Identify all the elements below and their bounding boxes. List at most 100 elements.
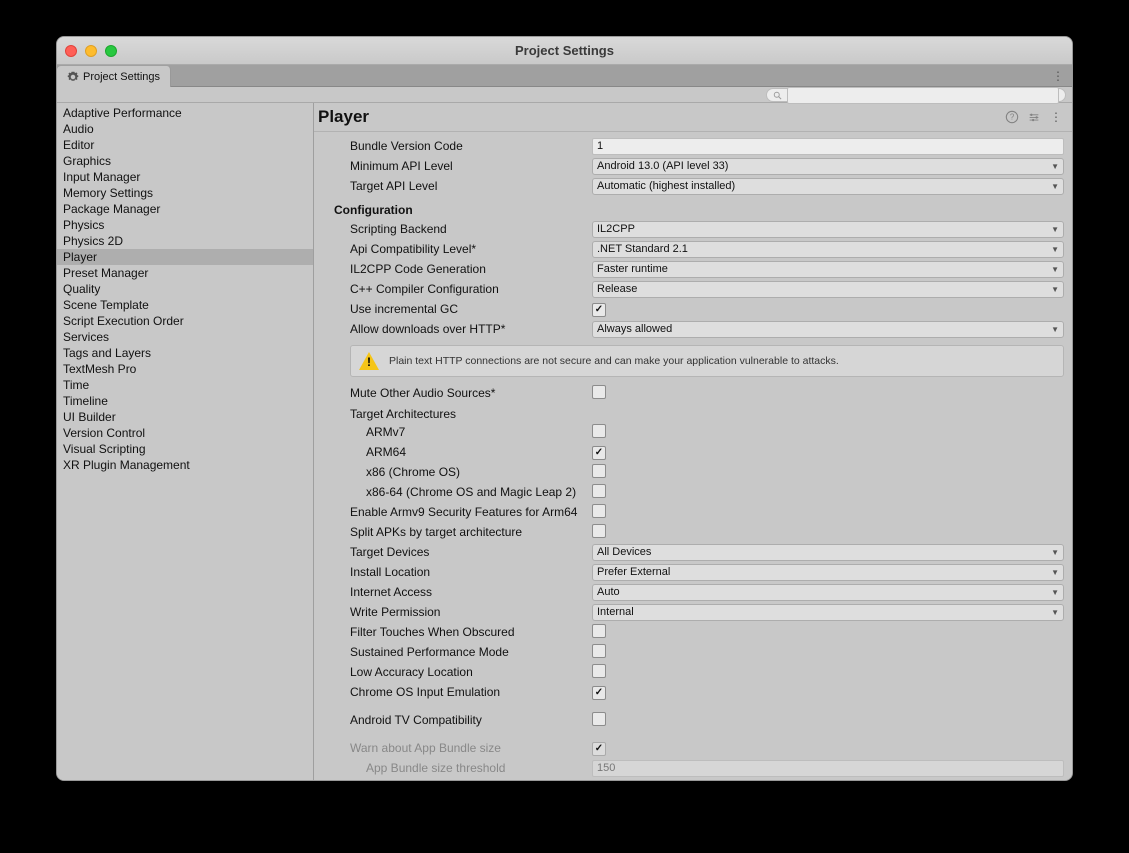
- sidebar-item-xr-plugin-management[interactable]: XR Plugin Management: [57, 457, 313, 473]
- sidebar-item-services[interactable]: Services: [57, 329, 313, 345]
- sidebar-item-adaptive-performance[interactable]: Adaptive Performance: [57, 105, 313, 121]
- checkbox-sustained-perf[interactable]: [592, 644, 606, 658]
- label-target-devices: Target Devices: [334, 545, 592, 559]
- sidebar-item-textmesh-pro[interactable]: TextMesh Pro: [57, 361, 313, 377]
- sidebar-item-quality[interactable]: Quality: [57, 281, 313, 297]
- sidebar-item-physics[interactable]: Physics: [57, 217, 313, 233]
- checkbox-filter-touches[interactable]: [592, 624, 606, 638]
- gear-icon: [67, 71, 79, 83]
- sidebar-item-player[interactable]: Player: [57, 249, 313, 265]
- dropdown-api-compat[interactable]: .NET Standard 2.1: [592, 241, 1064, 258]
- help-icon[interactable]: ?: [1004, 109, 1020, 125]
- sidebar-item-version-control[interactable]: Version Control: [57, 425, 313, 441]
- body: Adaptive Performance Audio Editor Graphi…: [57, 103, 1072, 780]
- checkbox-warn-bundle-size: [592, 742, 606, 756]
- dropdown-allow-http[interactable]: Always allowed: [592, 321, 1064, 338]
- sidebar-item-input-manager[interactable]: Input Manager: [57, 169, 313, 185]
- label-low-accuracy-loc: Low Accuracy Location: [334, 665, 592, 679]
- label-filter-touches: Filter Touches When Obscured: [334, 625, 592, 639]
- row-install-location: Install Location Prefer External: [334, 562, 1064, 582]
- label-incremental-gc: Use incremental GC: [334, 302, 592, 316]
- row-target-api-level: Target API Level Automatic (highest inst…: [334, 176, 1064, 196]
- sidebar-item-audio[interactable]: Audio: [57, 121, 313, 137]
- sidebar-item-visual-scripting[interactable]: Visual Scripting: [57, 441, 313, 457]
- minimize-window-button[interactable]: [85, 45, 97, 57]
- dropdown-target-devices[interactable]: All Devices: [592, 544, 1064, 561]
- main-panel: Player ? ⋮ Bundle Version Code: [314, 103, 1072, 780]
- sidebar-item-scene-template[interactable]: Scene Template: [57, 297, 313, 313]
- dropdown-min-api-level[interactable]: Android 13.0 (API level 33): [592, 158, 1064, 175]
- label-bundle-version-code: Bundle Version Code: [334, 139, 592, 153]
- label-install-location: Install Location: [334, 565, 592, 579]
- checkbox-incremental-gc[interactable]: [592, 303, 606, 317]
- checkbox-android-tv[interactable]: [592, 712, 606, 726]
- dropdown-cpp-compiler[interactable]: Release: [592, 281, 1064, 298]
- dropdown-target-api-level[interactable]: Automatic (highest installed): [592, 178, 1064, 195]
- dropdown-internet-access[interactable]: Auto: [592, 584, 1064, 601]
- sidebar-item-physics-2d[interactable]: Physics 2D: [57, 233, 313, 249]
- label-scripting-backend: Scripting Backend: [334, 222, 592, 236]
- sidebar-item-time[interactable]: Time: [57, 377, 313, 393]
- search-icon: [773, 90, 783, 100]
- tab-project-settings[interactable]: Project Settings: [57, 66, 171, 88]
- label-api-compat: Api Compatibility Level*: [334, 242, 592, 256]
- row-min-api-level: Minimum API Level Android 13.0 (API leve…: [334, 156, 1064, 176]
- checkbox-chrome-os-input[interactable]: [592, 686, 606, 700]
- sidebar-item-ui-builder[interactable]: UI Builder: [57, 409, 313, 425]
- warning-icon: [359, 352, 379, 370]
- checkbox-arch-armv7[interactable]: [592, 424, 606, 438]
- input-bundle-size-threshold: [592, 760, 1064, 777]
- row-target-devices: Target Devices All Devices: [334, 542, 1064, 562]
- project-settings-window: Project Settings Project Settings ⋮ Adap…: [56, 36, 1073, 781]
- dropdown-write-permission[interactable]: Internal: [592, 604, 1064, 621]
- sidebar-item-memory-settings[interactable]: Memory Settings: [57, 185, 313, 201]
- label-bundle-size-threshold: App Bundle size threshold: [334, 761, 592, 775]
- checkbox-arch-x86[interactable]: [592, 464, 606, 478]
- checkbox-low-accuracy-loc[interactable]: [592, 664, 606, 678]
- checkbox-mute-other-audio[interactable]: [592, 385, 606, 399]
- svg-text:?: ?: [1010, 113, 1015, 122]
- checkbox-arch-x86-64[interactable]: [592, 484, 606, 498]
- row-mute-other-audio: Mute Other Audio Sources*: [334, 383, 1064, 403]
- dropdown-scripting-backend[interactable]: IL2CPP: [592, 221, 1064, 238]
- settings-icon[interactable]: [1026, 109, 1042, 125]
- tab-menu-button[interactable]: ⋮: [1044, 65, 1072, 86]
- dropdown-install-location[interactable]: Prefer External: [592, 564, 1064, 581]
- label-mute-other-audio: Mute Other Audio Sources*: [334, 386, 592, 400]
- page-title: Player: [318, 107, 369, 127]
- sidebar-item-editor[interactable]: Editor: [57, 137, 313, 153]
- sidebar-item-package-manager[interactable]: Package Manager: [57, 201, 313, 217]
- dropdown-il2cpp-codegen[interactable]: Faster runtime: [592, 261, 1064, 278]
- row-il2cpp-codegen: IL2CPP Code Generation Faster runtime: [334, 259, 1064, 279]
- row-allow-http: Allow downloads over HTTP* Always allowe…: [334, 319, 1064, 339]
- row-api-compat: Api Compatibility Level* .NET Standard 2…: [334, 239, 1064, 259]
- row-android-tv: Android TV Compatibility: [334, 710, 1064, 730]
- checkbox-arch-arm64[interactable]: [592, 446, 606, 460]
- row-armv9-security: Enable Armv9 Security Features for Arm64: [334, 502, 1064, 522]
- zoom-window-button[interactable]: [105, 45, 117, 57]
- search-input[interactable]: [787, 87, 1059, 104]
- sidebar-item-timeline[interactable]: Timeline: [57, 393, 313, 409]
- row-warn-bundle-size: Warn about App Bundle size: [334, 738, 1064, 758]
- tab-bar: Project Settings ⋮: [57, 65, 1072, 87]
- window-title: Project Settings: [57, 43, 1072, 58]
- close-window-button[interactable]: [65, 45, 77, 57]
- input-bundle-version-code[interactable]: [592, 138, 1064, 155]
- checkbox-armv9-security[interactable]: [592, 504, 606, 518]
- player-settings-form: Bundle Version Code Minimum API Level An…: [314, 136, 1072, 778]
- row-cpp-compiler: C++ Compiler Configuration Release: [334, 279, 1064, 299]
- checkbox-split-apks[interactable]: [592, 524, 606, 538]
- label-split-apks: Split APKs by target architecture: [334, 525, 592, 539]
- panel-menu-icon[interactable]: ⋮: [1048, 109, 1064, 125]
- sidebar-item-script-execution-order[interactable]: Script Execution Order: [57, 313, 313, 329]
- tab-label: Project Settings: [83, 71, 160, 83]
- label-arch-x86-64: x86-64 (Chrome OS and Magic Leap 2): [334, 485, 592, 499]
- sidebar-item-preset-manager[interactable]: Preset Manager: [57, 265, 313, 281]
- label-warn-bundle-size: Warn about App Bundle size: [334, 741, 592, 755]
- label-armv9-security: Enable Armv9 Security Features for Arm64: [334, 505, 592, 519]
- search-field[interactable]: [766, 88, 1066, 102]
- http-warning-text: Plain text HTTP connections are not secu…: [389, 355, 839, 367]
- sidebar-item-tags-and-layers[interactable]: Tags and Layers: [57, 345, 313, 361]
- row-arch-armv7: ARMv7: [334, 422, 1064, 442]
- sidebar-item-graphics[interactable]: Graphics: [57, 153, 313, 169]
